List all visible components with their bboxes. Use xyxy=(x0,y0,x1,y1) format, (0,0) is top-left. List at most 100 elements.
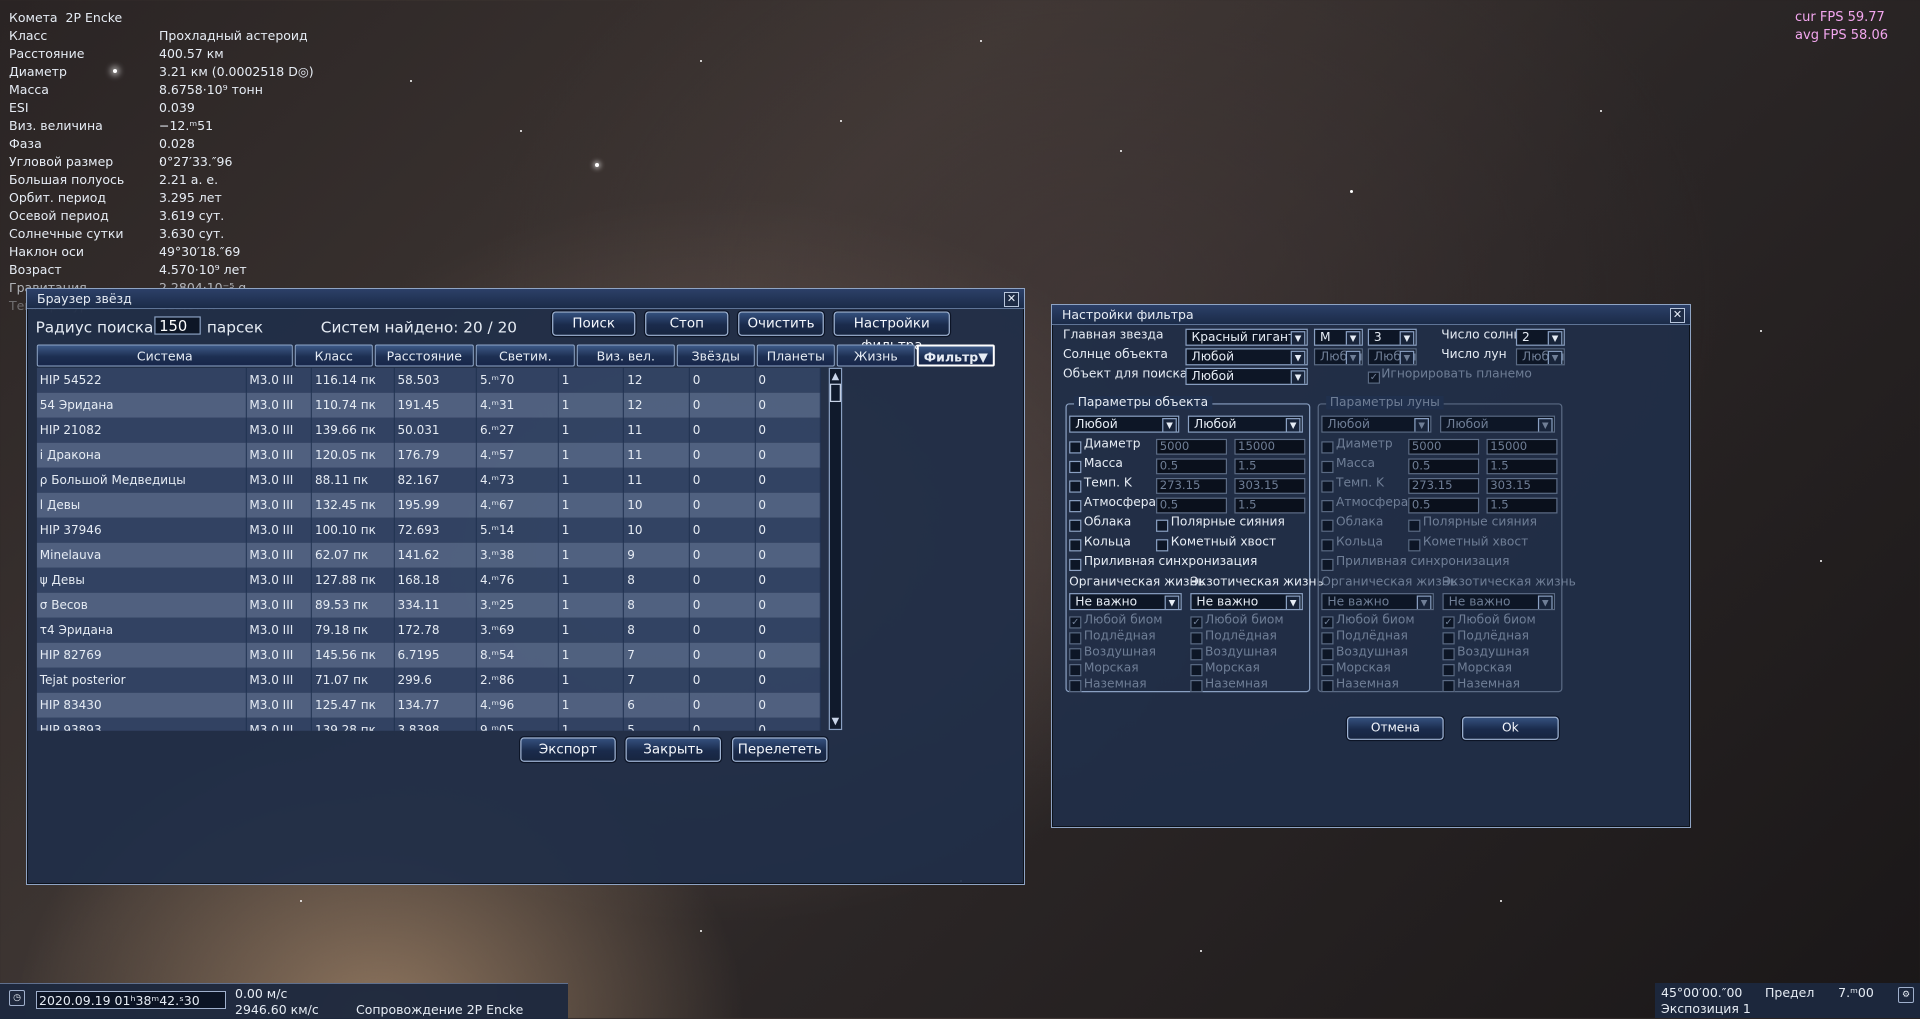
settings-icon[interactable]: ⚙ xyxy=(1898,987,1914,1003)
close-icon[interactable]: ✕ xyxy=(1004,292,1019,307)
object-params-group-type-dropdown[interactable]: Любой ▼ xyxy=(1069,415,1180,433)
chevron-down-icon: ▼ xyxy=(1399,350,1415,365)
table-row[interactable]: Tejat posterior M3.0 III 71.07 пк 299.6 2.ᵐ8… xyxy=(36,667,821,693)
cell-distance: 139.66 пк xyxy=(312,417,395,443)
table-scrollbar[interactable]: ▲ ▼ xyxy=(828,367,843,731)
table-row[interactable]: 54 Эридана M3.0 III 110.74 пк 191.45 4.ᵐ31 1 1… xyxy=(36,392,821,418)
column-header-class[interactable]: Класс xyxy=(294,344,373,367)
object-sun-dropdown[interactable]: Любой ▼ xyxy=(1185,348,1308,366)
object-params-group-row-min: 0.5 xyxy=(1156,497,1228,514)
table-row[interactable]: ψ Девы M3.0 III 127.88 пк 168.18 4.ᵐ76 1 8 0 0 xyxy=(36,567,821,593)
table-row[interactable]: HIP 82769 M3.0 III 145.56 пк 6.7195 8.ᵐ54 1 7 0… xyxy=(36,642,821,668)
cell-class: M3.0 III xyxy=(246,667,312,693)
cell-system: l Девы xyxy=(37,492,247,518)
column-header-filter[interactable]: Фильтр▼ xyxy=(916,344,995,367)
info-key: Расстояние xyxy=(9,46,85,61)
stop-button[interactable]: Стоп xyxy=(645,311,729,336)
cell-filter: 0 xyxy=(755,617,821,643)
scroll-thumb[interactable] xyxy=(829,383,841,403)
column-header-distance[interactable]: Расстояние xyxy=(374,344,474,367)
table-row[interactable]: Minelauva M3.0 III 62.07 пк 141.62 3.ᵐ38 1 9 0 0 xyxy=(36,542,821,568)
time-icon[interactable]: ◷ xyxy=(9,990,25,1006)
moon-params-group-row-label: Диаметр xyxy=(1335,437,1393,452)
column-header-system[interactable]: Система xyxy=(36,344,293,367)
main-star-sub-dropdown[interactable]: 3 ▼ xyxy=(1367,328,1417,346)
object-params-group-comet-tail-checkbox[interactable] xyxy=(1156,539,1169,552)
cell-class: M3.0 III xyxy=(246,692,312,718)
moon-params-group-row-min: 273.15 xyxy=(1408,478,1480,494)
object-params-group-subtype-dropdown[interactable]: Любой ▼ xyxy=(1187,415,1303,433)
main-star-class-dropdown[interactable]: M ▼ xyxy=(1313,328,1363,346)
table-row[interactable]: i Дракона M3.0 III 120.05 пк 176.79 4.ᵐ57 1 11… xyxy=(36,442,821,468)
filter-settings-button[interactable]: Настройки фильтра xyxy=(833,311,950,353)
column-header-stars[interactable]: Звёзды xyxy=(676,344,755,367)
datetime-field[interactable]: 2020.09.19 01ʰ38ᵐ42.ˢ30 xyxy=(36,991,226,1009)
column-header-life[interactable]: Жизнь xyxy=(836,344,915,367)
table-row[interactable]: HIP 83430 M3.0 III 125.47 пк 134.77 4.ᵐ96 1 6 0… xyxy=(36,692,821,718)
object-params-group-row-max: 1.5 xyxy=(1234,497,1306,514)
info-key: Угловой размер xyxy=(9,154,114,169)
table-row[interactable]: σ Весов M3.0 III 89.53 пк 334.11 3.ᵐ25 1 8 0 0 xyxy=(36,592,821,618)
cancel-button[interactable]: Отмена xyxy=(1346,716,1444,740)
table-row[interactable]: ρ Большой Медведицы M3.0 III 88.11 пк 82.16… xyxy=(36,467,821,493)
search-object-dropdown[interactable]: Любой ▼ xyxy=(1185,367,1308,385)
cell-system: i Дракона xyxy=(37,442,247,468)
magnitude-limit: Предел 7.ᵐ00 xyxy=(1765,985,1874,1000)
info-row: Солнечные сутки 3.630 сут. xyxy=(9,225,314,243)
close-icon[interactable]: ✕ xyxy=(1670,308,1685,323)
table-row[interactable]: HIP 54522 M3.0 III 116.14 пк 58.503 5.ᵐ70 1 12… xyxy=(36,367,821,393)
column-header-vis-mag[interactable]: Виз. вел. xyxy=(576,344,675,367)
object-params-group-row-checkbox[interactable] xyxy=(1069,441,1082,454)
cell-luminosity: 58.503 xyxy=(394,367,478,393)
table-row[interactable]: HIP 93893 M3.0 III 139.28 пк 3.8398 9.ᵐ05 1 5 0… xyxy=(36,717,821,731)
column-header-luminosity[interactable]: Светим. xyxy=(475,344,575,367)
export-button[interactable]: Экспорт xyxy=(520,737,616,762)
column-header-planets[interactable]: Планеты xyxy=(756,344,835,367)
cell-luminosity: 195.99 xyxy=(394,492,478,518)
scroll-down-icon[interactable]: ▼ xyxy=(830,715,841,727)
clear-button[interactable]: Очистить xyxy=(738,311,824,336)
cell-stars: 1 xyxy=(559,667,625,693)
main-star-dropdown[interactable]: Красный гигант ▼ xyxy=(1185,328,1308,346)
info-value: 3.619 сут. xyxy=(159,208,225,223)
moon-params-group-organic-biome-label: Воздушная xyxy=(1335,645,1409,660)
table-row[interactable]: l Девы M3.0 III 132.45 пк 195.99 4.ᵐ67 1 10 0 0 xyxy=(36,492,821,518)
close-button[interactable]: Закрыть xyxy=(625,737,722,762)
moon-params-group-title: Параметры луны xyxy=(1326,395,1444,410)
cell-planets: 8 xyxy=(624,617,690,643)
search-button[interactable]: Поиск xyxy=(552,311,636,336)
object-params-group-organic-life-dropdown[interactable]: Не важно ▼ xyxy=(1069,593,1182,611)
object-params-group-exotic-life-dropdown[interactable]: Не важно ▼ xyxy=(1190,593,1303,611)
object-params-group-rings-checkbox[interactable] xyxy=(1069,539,1082,552)
suns-count-dropdown[interactable]: 2 ▼ xyxy=(1515,328,1565,346)
ok-button[interactable]: Ok xyxy=(1462,716,1559,740)
cell-planets: 7 xyxy=(624,667,690,693)
moon-params-group-organic-biome-checkbox: ✓ xyxy=(1321,616,1334,629)
cell-vis-mag: 8.ᵐ54 xyxy=(477,642,559,668)
object-params-group-exotic-biome-label: Наземная xyxy=(1205,677,1268,691)
object-params-group-row-checkbox[interactable] xyxy=(1069,500,1082,513)
object-params-group-row-checkbox[interactable] xyxy=(1069,480,1082,493)
filter-settings-window: Настройки фильтра ✕ Главная звезда Красны… xyxy=(1051,304,1691,828)
cell-luminosity: 176.79 xyxy=(394,442,478,468)
object-params-group-tidal-lock-checkbox[interactable] xyxy=(1069,558,1082,572)
table-row[interactable]: τ4 Эридана M3.0 III 79.18 пк 172.78 3.ᵐ69 1 8 0… xyxy=(36,617,821,643)
object-title: Комета 2P Encke xyxy=(9,10,123,25)
goto-button[interactable]: Перелететь xyxy=(732,737,828,762)
table-row[interactable]: HIP 37946 M3.0 III 100.10 пк 72.693 5.ᵐ14 1 10… xyxy=(36,517,821,543)
cell-life: 0 xyxy=(690,567,756,593)
object-params-group-clouds-label: Облака xyxy=(1083,515,1132,530)
info-row: Фаза 0.028 xyxy=(9,135,314,153)
table-row[interactable]: HIP 21082 M3.0 III 139.66 пк 50.031 6.ᵐ27 1 11… xyxy=(36,417,821,443)
object-params-group-clouds-checkbox[interactable] xyxy=(1069,519,1082,532)
cell-distance: 132.45 пк xyxy=(312,492,395,518)
scroll-up-icon[interactable]: ▲ xyxy=(830,370,841,382)
object-sun-extra2: Любой ▼ xyxy=(1367,348,1417,366)
search-radius-input[interactable] xyxy=(154,316,201,335)
cell-planets: 7 xyxy=(624,642,690,668)
cell-class: M3.0 III xyxy=(246,592,312,618)
cell-luminosity: 72.693 xyxy=(394,517,478,543)
object-params-group-row-checkbox[interactable] xyxy=(1069,460,1082,474)
info-row: Орбит. период 3.295 лет xyxy=(9,189,314,207)
object-params-group-aurora-checkbox[interactable] xyxy=(1156,519,1169,532)
